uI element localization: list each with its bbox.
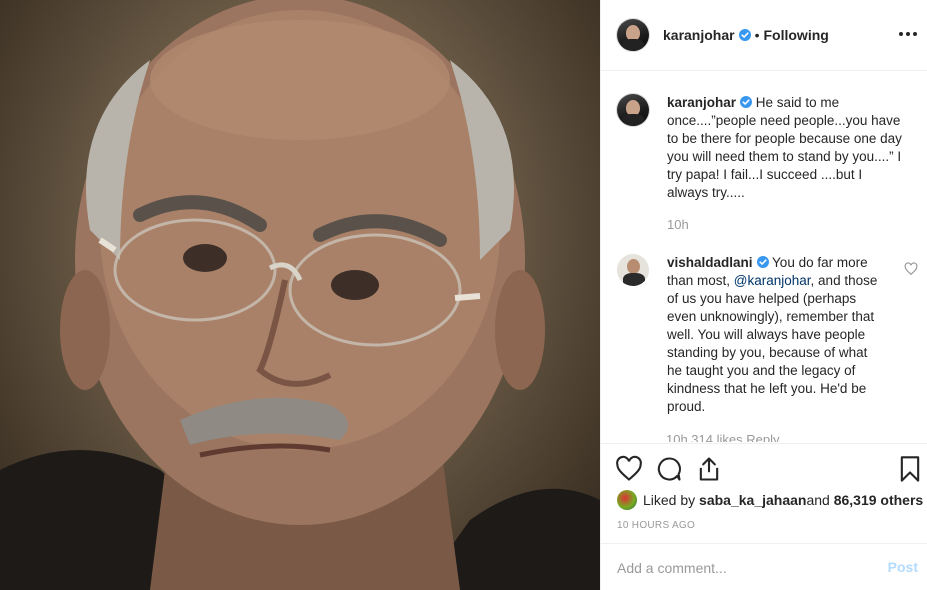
comment-text-end: , and those of us you have helped (perha… [667, 273, 878, 414]
commenter-avatar[interactable] [617, 254, 649, 286]
like-heart-icon[interactable] [615, 455, 643, 483]
add-comment-input[interactable] [617, 558, 867, 578]
verified-badge-icon [756, 256, 769, 268]
comment-bubble-icon[interactable] [655, 455, 683, 483]
share-icon[interactable] [695, 455, 723, 483]
more-options-icon[interactable] [898, 26, 918, 42]
liker-avatar[interactable] [617, 490, 637, 510]
like-comment-heart-icon[interactable] [904, 262, 918, 276]
caption-time[interactable]: 10h [667, 216, 907, 234]
action-bar [601, 443, 927, 493]
likes-prefix: Liked by [643, 492, 696, 508]
comments-list[interactable]: karanjohar He said to me once....”people… [601, 72, 927, 442]
comment-body: vishaldadlani You do far more than most,… [667, 254, 883, 416]
add-comment-bar: Post [601, 543, 927, 590]
author-avatar[interactable] [617, 19, 649, 51]
author-username[interactable]: karanjohar [663, 27, 735, 43]
caption-body: karanjohar He said to me once....”people… [667, 94, 907, 234]
verified-badge-icon [738, 29, 751, 41]
portrait-photo [0, 0, 600, 590]
likes-count[interactable]: 86,319 others [834, 492, 924, 508]
liker-username[interactable]: saba_ka_jahaan [699, 492, 806, 508]
following-button[interactable]: Following [764, 27, 829, 43]
likes-summary: Liked by saba_ka_jahaan and 86,319 other… [617, 490, 923, 510]
likes-middle: and [806, 492, 830, 508]
caption-username[interactable]: karanjohar [667, 95, 736, 110]
caption-avatar[interactable] [617, 94, 649, 126]
verified-badge-icon [740, 96, 753, 108]
comment-item: vishaldadlani You do far more than most,… [617, 254, 917, 416]
caption-comment: karanjohar He said to me once....”people… [617, 94, 917, 234]
post-header: karanjohar • Following [601, 0, 927, 71]
save-bookmark-icon[interactable] [896, 455, 924, 483]
post-timestamp: 10 HOURS AGO [617, 520, 696, 531]
post-sidebar: karanjohar • Following karanjohar He sai… [600, 0, 927, 590]
commenter-username[interactable]: vishaldadlani [667, 255, 753, 270]
post-photo[interactable] [0, 0, 600, 590]
separator-dot: • [754, 27, 760, 43]
comment-mention-link[interactable]: @karanjohar [734, 273, 811, 288]
comment-meta: 10h 314 likes Reply [666, 432, 780, 442]
post-comment-button[interactable]: Post [888, 559, 918, 575]
caption-text: He said to me once....”people need peopl… [667, 95, 902, 200]
